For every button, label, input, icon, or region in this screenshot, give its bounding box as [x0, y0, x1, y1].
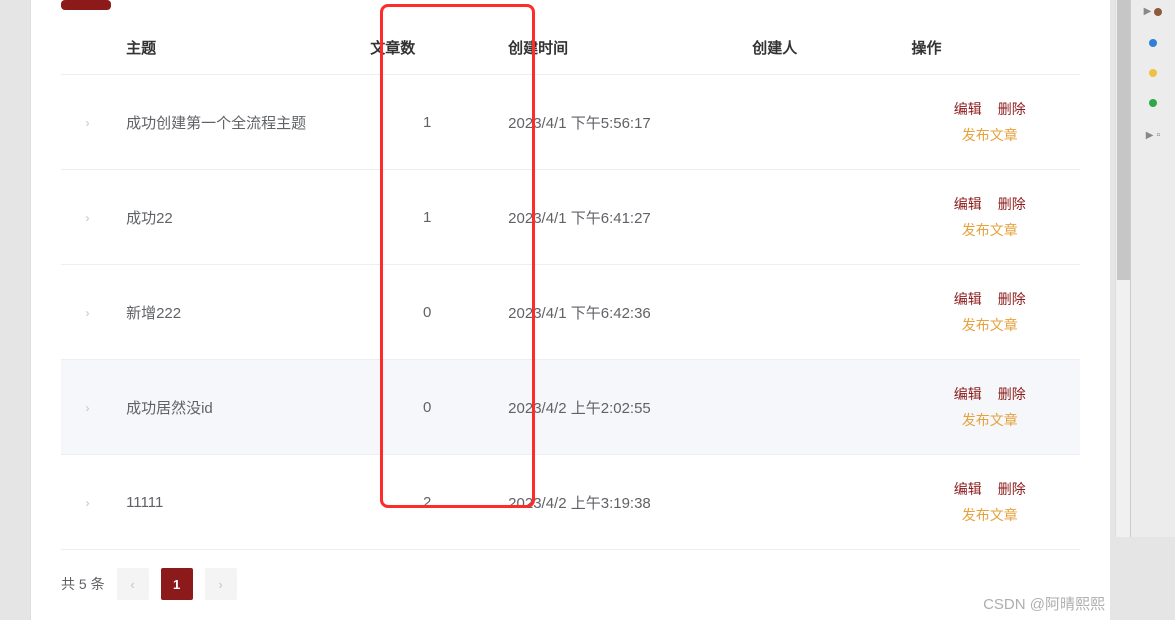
square-icon: ▫ [1156, 129, 1160, 141]
cell-count: 2 [358, 455, 496, 550]
dot-icon [1149, 99, 1157, 107]
cell-creator [740, 170, 899, 265]
col-header-topic: 主题 [114, 21, 358, 75]
publish-link[interactable]: 发布文章 [962, 505, 1018, 525]
cell-topic: 成功22 [114, 170, 358, 265]
cell-createdAt: 2023/4/2 上午3:19:38 [496, 455, 740, 550]
table-row: › 1111122023/4/2 上午3:19:38 编辑删除发布文章 [61, 455, 1080, 550]
cell-topic: 11111 [114, 455, 358, 550]
vertical-scrollbar[interactable] [1115, 0, 1130, 537]
sidebar-tool-2[interactable] [1149, 39, 1157, 47]
pagination: 共 5 条 ‹ 1 › [61, 568, 1080, 600]
chevron-left-icon: ‹ [130, 577, 134, 592]
cell-creator [740, 455, 899, 550]
sidebar-tool-1[interactable]: ▶ [1144, 6, 1163, 17]
chevron-right-icon[interactable]: › [86, 401, 90, 415]
publish-link[interactable]: 发布文章 [962, 315, 1018, 335]
publish-link[interactable]: 发布文章 [962, 410, 1018, 430]
delete-link[interactable]: 删除 [998, 479, 1026, 499]
sidebar-tool-4[interactable] [1149, 99, 1157, 107]
cell-topic: 新增222 [114, 265, 358, 360]
chevron-right-icon[interactable]: › [86, 211, 90, 225]
triangle-right-icon: ▶ [1144, 6, 1152, 17]
table-row: › 成功居然没id02023/4/2 上午2:02:55 编辑删除发布文章 [61, 360, 1080, 455]
chevron-right-icon[interactable]: › [86, 116, 90, 130]
pagination-next-button[interactable]: › [205, 568, 237, 600]
cell-creator [740, 360, 899, 455]
top-badge [61, 0, 111, 10]
edit-link[interactable]: 编辑 [954, 194, 982, 214]
topic-table: 主题 文章数 创建时间 创建人 操作 ›成功创建第一个全流程主题12023/4/… [61, 21, 1080, 550]
publish-link[interactable]: 发布文章 [962, 220, 1018, 240]
pagination-page-1-button[interactable]: 1 [161, 568, 193, 600]
cell-topic: 成功创建第一个全流程主题 [114, 75, 358, 170]
edit-link[interactable]: 编辑 [954, 479, 982, 499]
dot-icon [1149, 39, 1157, 47]
cell-createdAt: 2023/4/1 下午5:56:17 [496, 75, 740, 170]
chevron-right-icon[interactable]: › [86, 496, 90, 510]
table-row: › 成功创建第一个全流程主题12023/4/1 下午5:56:17 编辑删除发布文章 [61, 75, 1080, 170]
cell-actions: 编辑删除发布文章 [900, 170, 1080, 265]
dot-icon [1154, 8, 1162, 16]
col-header-createdAt: 创建时间 [496, 21, 740, 75]
edit-link[interactable]: 编辑 [954, 384, 982, 404]
cell-actions: 编辑删除发布文章 [900, 360, 1080, 455]
right-tool-sidebar: ▶ ▶▫ [1130, 0, 1175, 537]
chevron-right-icon[interactable]: › [86, 306, 90, 320]
cell-creator [740, 265, 899, 360]
cell-count: 0 [358, 360, 496, 455]
delete-link[interactable]: 删除 [998, 384, 1026, 404]
pagination-total: 共 5 条 [61, 574, 105, 594]
chevron-right-icon: › [218, 577, 222, 592]
col-header-creator: 创建人 [740, 21, 899, 75]
delete-link[interactable]: 删除 [998, 194, 1026, 214]
edit-link[interactable]: 编辑 [954, 289, 982, 309]
table-header-row: 主题 文章数 创建时间 创建人 操作 [61, 21, 1080, 75]
sidebar-tool-3[interactable] [1149, 69, 1157, 77]
cell-actions: 编辑删除发布文章 [900, 75, 1080, 170]
pagination-prev-button[interactable]: ‹ [117, 568, 149, 600]
sidebar-tool-5[interactable]: ▶▫ [1146, 129, 1161, 141]
cell-createdAt: 2023/4/1 下午6:41:27 [496, 170, 740, 265]
cell-creator [740, 75, 899, 170]
scrollbar-thumb[interactable] [1117, 0, 1130, 280]
cell-count: 1 [358, 170, 496, 265]
cell-topic: 成功居然没id [114, 360, 358, 455]
col-header-actions: 操作 [900, 21, 1080, 75]
cell-count: 0 [358, 265, 496, 360]
dot-icon [1149, 69, 1157, 77]
table-row: › 成功2212023/4/1 下午6:41:27 编辑删除发布文章 [61, 170, 1080, 265]
watermark-text: CSDN @阿晴熙熙 [983, 593, 1105, 614]
triangle-right-icon: ▶ [1146, 130, 1154, 141]
col-header-count: 文章数 [358, 21, 496, 75]
cell-count: 1 [358, 75, 496, 170]
delete-link[interactable]: 删除 [998, 289, 1026, 309]
cell-createdAt: 2023/4/2 上午2:02:55 [496, 360, 740, 455]
cell-createdAt: 2023/4/1 下午6:42:36 [496, 265, 740, 360]
delete-link[interactable]: 删除 [998, 99, 1026, 119]
publish-link[interactable]: 发布文章 [962, 125, 1018, 145]
table-row: › 新增22202023/4/1 下午6:42:36 编辑删除发布文章 [61, 265, 1080, 360]
cell-actions: 编辑删除发布文章 [900, 455, 1080, 550]
cell-actions: 编辑删除发布文章 [900, 265, 1080, 360]
edit-link[interactable]: 编辑 [954, 99, 982, 119]
